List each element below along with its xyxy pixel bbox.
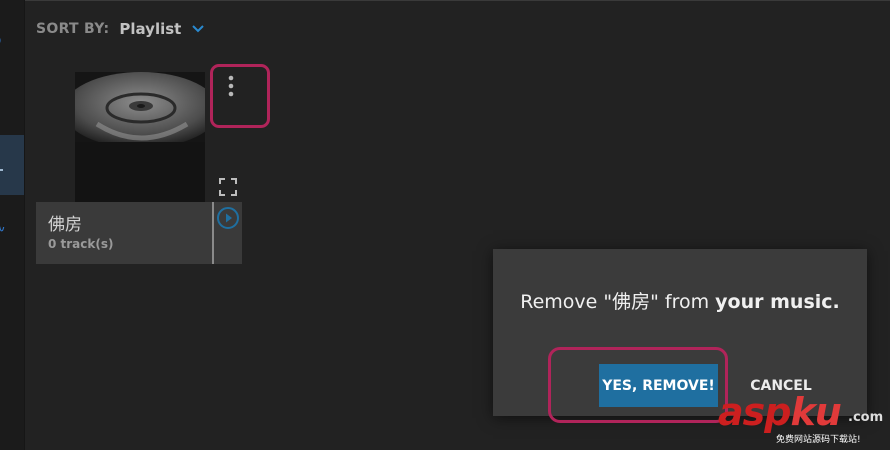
confirm-highlight-annotation [548, 347, 728, 423]
play-icon[interactable] [216, 206, 240, 230]
watermark-main: asp [718, 390, 791, 434]
watermark-subtitle: 免费网站源码下载站! [776, 435, 861, 445]
left-nav-rail: ◗ ∿ ⌇ [0, 0, 25, 450]
sort-bar: SORT BY: Playlist [36, 20, 205, 38]
chevron-down-icon[interactable] [191, 24, 205, 34]
watermark-main-accent: ku [790, 390, 841, 434]
vinyl-record-image [75, 72, 205, 202]
card-divider [212, 202, 214, 264]
site-watermark: aspku .com 免费网站源码下载站! [718, 392, 886, 448]
playlist-thumbnail[interactable] [75, 72, 205, 202]
nav-item-music-active[interactable] [0, 135, 24, 195]
playlist-card[interactable]: 佛房 0 track(s) [36, 202, 242, 264]
expand-icon[interactable] [219, 178, 237, 196]
top-divider [25, 0, 890, 1]
watermark-suffix: .com [848, 410, 884, 425]
playlist-title[interactable]: 佛房 [48, 210, 82, 235]
nav-partial-icon-1[interactable]: ◗ [0, 32, 1, 48]
sort-value[interactable]: Playlist [119, 20, 181, 38]
sort-by-label: SORT BY: [36, 21, 110, 37]
more-vertical-icon [228, 75, 234, 97]
dialog-message-prefix: Remove "佛房" from [520, 291, 716, 313]
dialog-message-strong: your music. [715, 291, 840, 313]
dialog-message: Remove "佛房" from your music. [493, 287, 867, 314]
nav-partial-icon-3[interactable]: ⌇ [0, 282, 1, 298]
playlist-track-count: 0 track(s) [48, 237, 114, 251]
watermark-logo: aspku [718, 390, 842, 434]
nav-partial-icon-2[interactable]: ∿ [0, 220, 6, 236]
more-options-button[interactable] [210, 64, 270, 128]
